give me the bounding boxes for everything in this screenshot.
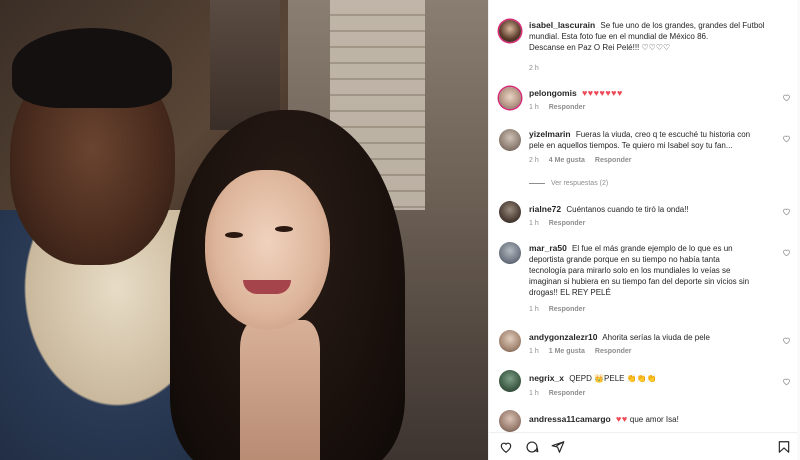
reply-button[interactable]: Responder bbox=[549, 390, 586, 397]
view-replies-label: Ver respuestas (2) bbox=[551, 180, 609, 187]
comment-text: deportista grande porque en su tiempo no… bbox=[529, 255, 720, 264]
heart-icon[interactable] bbox=[499, 440, 513, 454]
caption-time: 2 h bbox=[529, 65, 539, 72]
post-viewer: isabel_lascurain Se fue uno de los grand… bbox=[0, 0, 800, 460]
commenter-avatar[interactable] bbox=[499, 330, 521, 352]
comment-time: 2 h bbox=[529, 157, 539, 164]
commenter-username[interactable]: pelongomis bbox=[529, 88, 577, 98]
comment-time: 1 h bbox=[529, 390, 539, 397]
commenter-avatar[interactable] bbox=[499, 201, 521, 223]
photo-woman-neck bbox=[240, 320, 320, 460]
commenter-username[interactable]: mar_ra50 bbox=[529, 243, 567, 253]
caption-line: Se fue uno de los grandes, grandes del F… bbox=[600, 21, 765, 30]
comment-text: que amor Isa! bbox=[629, 415, 679, 424]
comment-time: 1 h bbox=[529, 306, 539, 313]
reply-button[interactable]: Responder bbox=[595, 348, 632, 355]
comment-likes[interactable]: 1 Me gusta bbox=[549, 348, 585, 355]
comment-text: tecnología para mirarlo solo en los mund… bbox=[529, 266, 731, 275]
comment-text: pele en aquellos tiempos. Te quiero mi I… bbox=[529, 141, 733, 150]
author-avatar[interactable] bbox=[499, 20, 521, 42]
comment-text: Ahorita serías la viuda de pele bbox=[602, 333, 710, 342]
like-comment-heart-icon[interactable] bbox=[782, 93, 791, 102]
like-comment-heart-icon[interactable] bbox=[782, 377, 791, 386]
comment-text: El fue el más grande ejemplo de lo que e… bbox=[572, 244, 733, 253]
commenter-username[interactable]: yizelmarin bbox=[529, 129, 571, 139]
commenter-username[interactable]: negrix_x bbox=[529, 373, 564, 383]
reply-button[interactable]: Responder bbox=[595, 157, 632, 164]
comments-panel: isabel_lascurain Se fue uno de los grand… bbox=[488, 0, 800, 460]
caption-line: Descanse en Paz O Rei Pelé!!! ♡♡♡♡ bbox=[529, 43, 671, 52]
post-action-bar bbox=[489, 432, 800, 460]
comment-text: drogas!! EL REY PELÉ bbox=[529, 288, 611, 297]
comment-time: 1 h bbox=[529, 348, 539, 355]
photo-eye bbox=[275, 226, 293, 232]
like-comment-heart-icon[interactable] bbox=[782, 336, 791, 345]
reply-button[interactable]: Responder bbox=[549, 306, 586, 313]
comment-text: imaginan si hubiera en su tiempo fan del… bbox=[529, 277, 750, 286]
comment-hearts: ♥♥ bbox=[615, 414, 628, 424]
author-username[interactable]: isabel_lascurain bbox=[529, 20, 595, 30]
photo-woman-face bbox=[205, 170, 330, 330]
photo-smile bbox=[243, 280, 291, 294]
post-photo[interactable] bbox=[0, 0, 488, 460]
comment-text: QEPD 👑PELE 👏👏👏 bbox=[569, 374, 657, 383]
commenter-avatar[interactable] bbox=[499, 242, 521, 264]
bookmark-icon[interactable] bbox=[777, 440, 791, 454]
commenter-avatar[interactable] bbox=[499, 370, 521, 392]
commenter-avatar[interactable] bbox=[499, 129, 521, 151]
comment-likes[interactable]: 4 Me gusta bbox=[549, 157, 585, 164]
commenter-avatar[interactable] bbox=[499, 87, 521, 109]
comment-text: Fueras la viuda, creo q te escuché tu hi… bbox=[575, 130, 751, 139]
comment-text: Cuéntanos cuando te tiró la onda!! bbox=[566, 205, 689, 214]
caption-line: mundial. Esta foto fue en el mundial de … bbox=[529, 32, 709, 41]
commenter-username[interactable]: rialne72 bbox=[529, 204, 561, 214]
comment-time: 1 h bbox=[529, 104, 539, 111]
like-comment-heart-icon[interactable] bbox=[782, 134, 791, 143]
comment-icon[interactable] bbox=[525, 440, 539, 454]
comment-time: 1 h bbox=[529, 220, 539, 227]
reply-button[interactable]: Responder bbox=[549, 104, 586, 111]
comment-list[interactable]: isabel_lascurain Se fue uno de los grand… bbox=[489, 0, 800, 432]
share-icon[interactable] bbox=[551, 440, 565, 454]
view-replies-button[interactable]: Ver respuestas (2) bbox=[529, 180, 608, 187]
commenter-username[interactable]: andygonzalezr10 bbox=[529, 332, 598, 342]
reply-button[interactable]: Responder bbox=[549, 220, 586, 227]
commenter-avatar[interactable] bbox=[499, 410, 521, 432]
photo-eye bbox=[225, 232, 243, 238]
commenter-username[interactable]: andressa11camargo bbox=[529, 414, 611, 424]
like-comment-heart-icon[interactable] bbox=[782, 248, 791, 257]
replies-divider bbox=[529, 183, 545, 184]
photo-man-hair bbox=[12, 28, 172, 108]
comment-text: ♥♥♥♥♥♥♥ bbox=[581, 88, 623, 98]
like-comment-heart-icon[interactable] bbox=[782, 207, 791, 216]
